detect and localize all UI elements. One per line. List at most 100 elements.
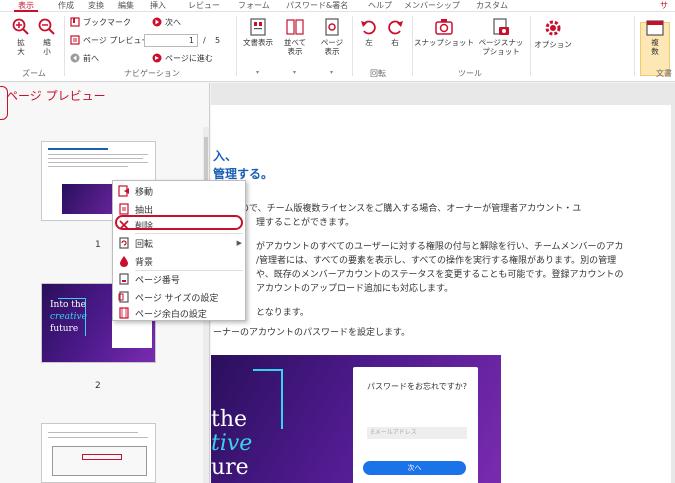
email-field[interactable]: Eメールアドレス — [367, 427, 467, 439]
login-title: パスワードをお忘れですか? — [367, 382, 468, 391]
rotate-right-button[interactable]: 右 — [384, 18, 406, 47]
back-label: 前へ — [83, 53, 99, 63]
rotate-left-icon — [361, 20, 376, 35]
snapshot-button[interactable]: スナップショット — [414, 18, 474, 47]
page-number-input[interactable]: 1 — [144, 34, 198, 47]
goto-page-label: ページに進む — [165, 53, 213, 63]
background-icon — [120, 256, 128, 267]
tab-membership[interactable]: メンバーシップ — [400, 0, 464, 12]
thumb-heading-line — [48, 148, 108, 150]
duplicate-label: 複数 — [651, 38, 659, 56]
options-button[interactable]: オプション — [534, 18, 572, 49]
next-button[interactable]: 次へ — [152, 15, 181, 29]
ctx-page-number[interactable]: ページ番号 — [113, 270, 247, 288]
page-thumbnail-3[interactable] — [41, 423, 156, 483]
thumb-highlight — [82, 454, 122, 460]
next-arrow-icon — [152, 17, 162, 27]
bookmark-button[interactable]: ブックマーク — [70, 15, 131, 29]
thumb-text-line — [48, 158, 143, 159]
doc-paragraph: 理することができます。 — [256, 218, 355, 228]
page-preview-icon — [70, 35, 80, 45]
camera-icon — [435, 19, 453, 35]
tab-edit[interactable]: 編集 — [114, 0, 138, 12]
page-number-label: 1 — [95, 240, 101, 250]
snapshot-label: スナップショット — [414, 38, 474, 47]
ctx-page-margin[interactable]: ページ余白の設定 — [113, 304, 247, 322]
side-by-side-button[interactable]: 並べて表示 — [280, 18, 310, 56]
rotate-group-label: 回転 — [370, 69, 386, 78]
ctx-rotate[interactable]: 回転 ▶ — [113, 234, 247, 252]
move-icon — [118, 185, 129, 197]
doc-heading: 入、 — [213, 149, 238, 163]
thumb-text-line — [48, 437, 148, 438]
ctx-label: ページ余白の設定 — [135, 309, 207, 320]
duplicate-window-icon — [646, 20, 664, 36]
rotate-right-icon — [388, 20, 403, 35]
rotate-left-button[interactable]: 左 — [358, 18, 380, 47]
submenu-arrow-icon: ▶ — [236, 239, 242, 247]
ctx-background[interactable]: 背景 — [113, 252, 247, 270]
rotate-left-label: 左 — [365, 38, 373, 47]
thumb-text-line — [48, 162, 148, 163]
tab-extra[interactable]: サ — [656, 0, 672, 12]
tab-view[interactable]: 表示 — [14, 0, 38, 12]
zoom-out-icon — [38, 18, 55, 35]
rotate-right-label: 右 — [391, 38, 399, 47]
annotation-highlight — [115, 215, 243, 230]
doc-paragraph: ーナーのアカウントのパスワードを設定します。 — [213, 328, 411, 338]
page-display-label: ページ表示 — [320, 38, 344, 56]
ctx-label: 抽出 — [135, 205, 154, 216]
thumb-screenshot — [52, 446, 147, 476]
hero-text: tive — [211, 431, 253, 456]
page-snapshot-button[interactable]: ページスナップショット — [476, 18, 526, 56]
next-button-doc[interactable]: 次へ — [363, 461, 466, 475]
tab-help[interactable]: ヘルプ — [364, 0, 396, 12]
doc-paragraph: や、既存のメンバーアカウントのステータスを変更することも可能です。登録アカウント… — [256, 270, 624, 280]
back-arrow-icon — [70, 53, 80, 63]
ctx-move[interactable]: 移動 — [113, 182, 247, 200]
tab-create[interactable]: 作成 — [54, 0, 78, 12]
bookmark-icon — [70, 17, 80, 27]
doc-display-button[interactable]: 文書表示 — [242, 18, 274, 47]
document-page: 入、 管理する。 りますので、チーム版複数ライセンスをご購入する場合、オーナーが… — [211, 105, 671, 483]
ctx-label: 移動 — [135, 187, 154, 198]
tab-convert[interactable]: 変換 — [84, 0, 108, 12]
goto-page-button[interactable]: ページに進む — [152, 51, 213, 65]
page-size-icon — [118, 291, 129, 303]
thumb-text-line — [48, 432, 138, 433]
zoom-out-label: 縮小 — [43, 38, 51, 56]
login-card: パスワードをお忘れですか? Eメールアドレス 次へ — [353, 367, 478, 483]
doc-paragraph: となります。 — [256, 308, 309, 318]
total-pages: 5 — [215, 35, 221, 45]
tab-custom[interactable]: カスタム — [472, 0, 512, 12]
tab-insert[interactable]: 挿入 — [146, 0, 170, 12]
menu-bar: 表示 作成 変換 編集 挿入 レビュー フォーム パスワード&署名 ヘルプ メン… — [0, 0, 675, 12]
chevron-down-icon: ▾ — [256, 69, 260, 76]
thumb-text: Into the — [50, 300, 86, 310]
zoom-out-button[interactable]: 縮小 — [36, 18, 58, 56]
zoom-in-label: 拡大 — [17, 38, 25, 56]
page-display-button[interactable]: ページ表示 — [316, 18, 348, 56]
zoom-in-button[interactable]: 拡大 — [10, 18, 32, 56]
thumb-text-line — [48, 166, 128, 167]
tab-password-sign[interactable]: パスワード&署名 — [282, 0, 352, 12]
ctx-label: ページ サイズの設定 — [135, 293, 219, 304]
back-button[interactable]: 前へ — [70, 51, 99, 65]
group-divider — [412, 16, 413, 76]
ctx-label: 回転 — [135, 239, 154, 250]
page-preview-label: ページ プレビュー — [83, 35, 150, 45]
page-margin-icon — [119, 307, 129, 319]
document-viewer: 入、 管理する。 りますので、チーム版複数ライセンスをご購入する場合、オーナーが… — [211, 83, 675, 483]
page-preview-button[interactable]: ページ プレビュー — [70, 33, 149, 47]
app-window: 表示 作成 変換 編集 挿入 レビュー フォーム パスワード&署名 ヘルプ メン… — [0, 0, 675, 483]
hero-frame — [253, 369, 283, 429]
page-number-icon — [119, 273, 129, 285]
zoom-in-icon — [12, 18, 29, 35]
context-menu: 移動 抽出 削除 回転 ▶ 背景 ページ番号 ページ サイズの設定 ページ余白の… — [112, 180, 246, 321]
tab-form[interactable]: フォーム — [234, 0, 274, 12]
tools-group-label: ツール — [458, 69, 482, 78]
group-divider — [352, 16, 353, 76]
hero-text: ure — [211, 455, 249, 480]
tab-review[interactable]: レビュー — [184, 0, 224, 12]
page-display-icon — [325, 18, 339, 36]
